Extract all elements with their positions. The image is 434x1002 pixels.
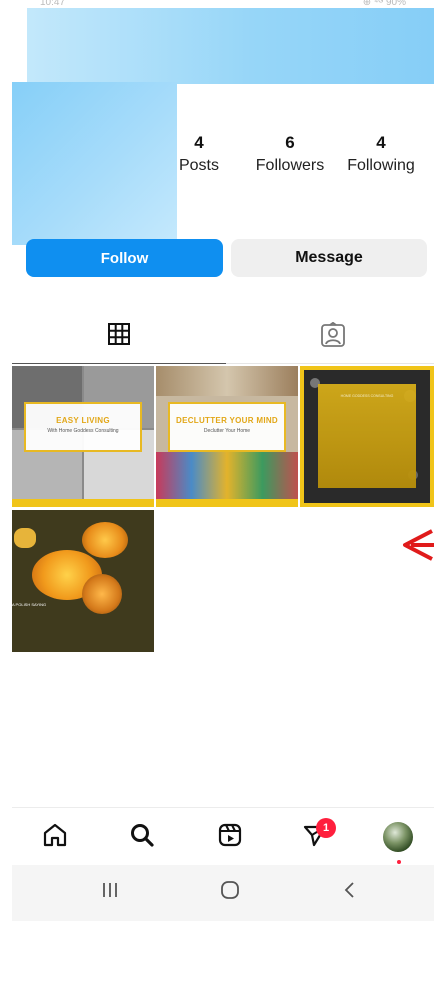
post-subtitle: With Home Goddess Consulting bbox=[47, 428, 119, 434]
post-footer-strip bbox=[12, 499, 154, 507]
status-indicators: ⊕ ⁴ᴳ 90% bbox=[362, 0, 406, 8]
posts-label: Posts bbox=[178, 157, 219, 174]
home-circle-icon bbox=[219, 879, 241, 906]
back-chevron-icon bbox=[339, 879, 361, 906]
posts-number: 4 bbox=[194, 133, 204, 152]
post-gold-panel: HOME GODDESS CONSULTING bbox=[318, 384, 416, 488]
following-number: 4 bbox=[376, 133, 386, 152]
redacted-profile-avatar bbox=[12, 82, 177, 245]
dm-notification-badge: 1 bbox=[316, 818, 336, 838]
message-button[interactable]: Message bbox=[231, 239, 427, 277]
system-back[interactable] bbox=[335, 877, 365, 907]
photo-butterfly bbox=[14, 528, 36, 548]
nav-home[interactable] bbox=[40, 822, 70, 852]
followers-count[interactable]: 6 Followers bbox=[250, 133, 330, 176]
grid-icon bbox=[107, 322, 131, 351]
status-time: 10:47 bbox=[40, 0, 66, 8]
post-banner: EASY LIVING With Home Goddess Consulting bbox=[24, 402, 142, 452]
following-count[interactable]: 4 Following bbox=[341, 133, 421, 176]
notification-dot bbox=[397, 860, 401, 864]
following-label: Following bbox=[347, 157, 415, 174]
recent-apps-icon bbox=[99, 879, 121, 906]
post-tile-home-goddess[interactable]: HOME GODDESS CONSULTING bbox=[300, 366, 434, 507]
post-tile-declutter[interactable]: DECLUTTER YOUR MIND Declutter Your Home bbox=[156, 366, 298, 507]
post-tile-easy-living[interactable]: EASY LIVING With Home Goddess Consulting bbox=[12, 366, 154, 507]
system-home[interactable] bbox=[215, 877, 245, 907]
nav-reels[interactable] bbox=[215, 822, 245, 852]
tagged-person-icon bbox=[320, 321, 346, 353]
nav-search[interactable] bbox=[127, 822, 157, 852]
post-caption: A POLISH SAYING bbox=[12, 602, 47, 607]
post-title: HOME GODDESS CONSULTING bbox=[340, 394, 394, 398]
search-icon bbox=[129, 822, 155, 853]
post-footer-strip bbox=[156, 499, 298, 507]
post-tile-flowers[interactable]: A POLISH SAYING bbox=[12, 510, 154, 652]
posts-count[interactable]: 4 Posts bbox=[176, 133, 222, 176]
follow-button[interactable]: Follow bbox=[26, 239, 223, 277]
followers-label: Followers bbox=[255, 157, 325, 174]
profile-avatar bbox=[383, 822, 413, 852]
post-subtitle: Declutter Your Home bbox=[203, 428, 251, 434]
tab-tagged[interactable] bbox=[226, 318, 434, 364]
tab-posts-grid[interactable] bbox=[12, 318, 226, 364]
post-banner: DECLUTTER YOUR MIND Declutter Your Home bbox=[168, 402, 286, 452]
post-title: DECLUTTER YOUR MIND bbox=[176, 416, 278, 425]
bottom-navigation: 1 bbox=[12, 807, 434, 865]
system-recent-apps[interactable] bbox=[95, 877, 125, 907]
nav-direct-messages[interactable]: 1 bbox=[300, 818, 336, 852]
nav-profile[interactable] bbox=[383, 822, 413, 864]
redacted-header bbox=[27, 8, 434, 84]
home-icon bbox=[42, 822, 68, 853]
red-arrow-annotation bbox=[402, 525, 434, 565]
photo-orange-flower bbox=[82, 574, 122, 614]
followers-number: 6 bbox=[285, 133, 295, 152]
photo-orange-flower bbox=[82, 522, 128, 558]
system-navigation-bar bbox=[12, 865, 434, 921]
photo-wardrobe-top bbox=[156, 366, 298, 396]
reels-icon bbox=[217, 822, 243, 853]
post-title: EASY LIVING bbox=[56, 416, 110, 425]
